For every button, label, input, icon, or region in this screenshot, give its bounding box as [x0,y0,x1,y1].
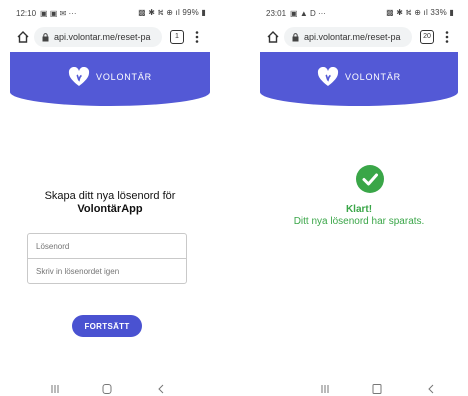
status-notifications: ▣ ▲ D ··· [290,8,326,18]
phone-screen-success: 23:01 ▣ ▲ D ··· ▩ ✱ ⛕ ⊕ ıl 33% ▮ api.vol… [260,0,458,396]
brand: VOLONTÄR [10,67,210,87]
heart-hand-logo-icon [68,67,90,86]
form-title-app-name: VolontärApp [77,203,143,215]
status-bar: 23:01 ▣ ▲ D ··· ▩ ✱ ⛕ ⊕ ıl 33% ▮ [266,7,454,19]
brand-banner: VOLONTÄR [260,52,458,106]
success-title: Klart! [345,204,373,215]
android-nav-bar [10,383,210,395]
status-time: 12:10 [16,8,37,18]
status-system: ▩ ✱ ⛕ ⊕ ıl 33% ▮ [386,8,454,17]
home-icon[interactable] [266,30,280,44]
address-bar[interactable]: api.volontar.me/reset-pa [34,27,162,47]
brand-banner: VOLONTÄR [10,52,210,106]
tab-switcher-icon[interactable]: 1 [170,30,184,44]
continue-button[interactable]: FORTSÄTT [72,315,142,337]
url-text: api.volontar.me/reset-pa [54,32,151,42]
status-time: 23:01 [266,8,287,18]
address-bar[interactable]: api.volontar.me/reset-pa [284,27,412,47]
tab-switcher-icon[interactable]: 20 [420,30,434,44]
home-icon[interactable] [16,30,30,44]
lock-icon [292,32,299,41]
home-nav-icon[interactable] [100,383,114,395]
menu-dots-icon[interactable] [442,30,452,44]
phone-screen-reset-form: 12:10 ▣ ▣ ✉ ··· ▩ ✱ ⛕ ⊕ ıl 99% ▮ api.vol… [10,0,210,396]
status-notifications: ▣ ▣ ✉ ··· [40,8,77,18]
status-bar: 12:10 ▣ ▣ ✉ ··· ▩ ✱ ⛕ ⊕ ıl 99% ▮ [16,7,206,19]
brand: VOLONTÄR [260,67,458,87]
browser-toolbar: api.volontar.me/reset-pa 20 [260,24,458,50]
brand-name: VOLONTÄR [96,72,152,82]
heart-hand-logo-icon [317,67,339,86]
browser-toolbar: api.volontar.me/reset-pa 1 [10,24,210,50]
recent-apps-icon[interactable] [318,383,332,395]
menu-dots-icon[interactable] [192,30,202,44]
home-nav-icon[interactable] [370,383,384,395]
back-nav-icon[interactable] [154,383,168,395]
recent-apps-icon[interactable] [48,383,62,395]
form-title: Skapa ditt nya lösenord för [44,190,176,202]
success-message: Ditt nya lösenord har sparats. [293,216,425,227]
password-input[interactable] [27,233,187,259]
android-nav-bar [260,383,458,395]
password-repeat-input[interactable] [27,258,187,284]
check-circle-icon [356,165,384,193]
lock-icon [42,32,49,41]
status-system: ▩ ✱ ⛕ ⊕ ıl 99% ▮ [138,8,206,17]
url-text: api.volontar.me/reset-pa [304,32,401,42]
back-nav-icon[interactable] [424,383,438,395]
brand-name: VOLONTÄR [345,72,401,82]
